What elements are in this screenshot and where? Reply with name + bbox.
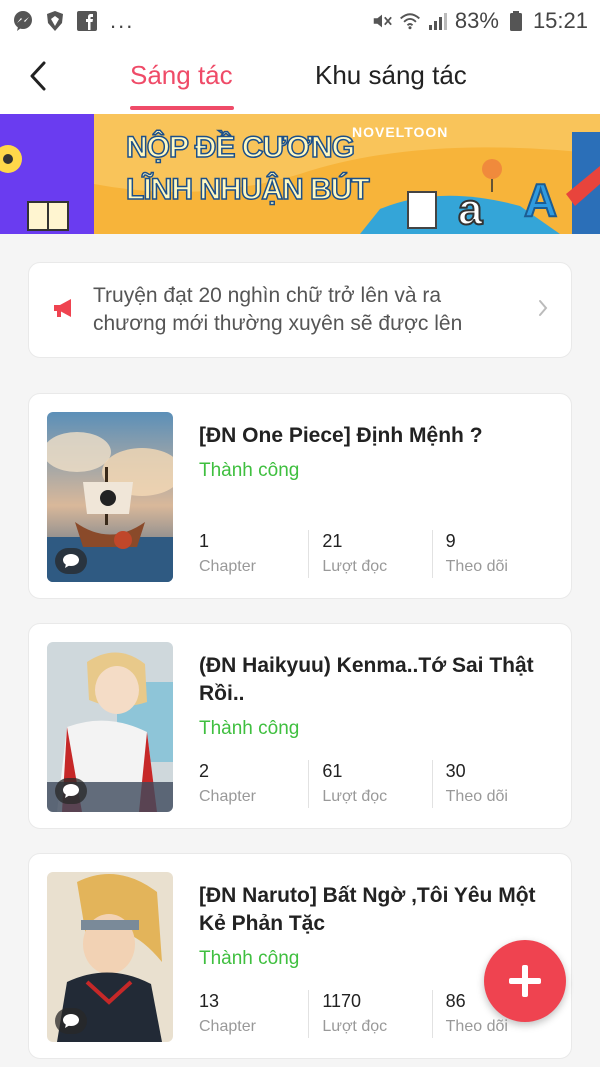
story-status: Thành công — [199, 460, 300, 481]
stat-value: 13 — [199, 991, 220, 1011]
story-cover-image — [47, 642, 173, 812]
stat-label: Theo dõi — [445, 788, 508, 805]
stat-label: Lượt đọc — [322, 788, 388, 805]
stat-label: Theo dõi — [445, 1018, 508, 1035]
stat-label: Lượt đọc — [322, 558, 388, 575]
wifi-icon — [399, 10, 421, 32]
stat-value: 61 — [322, 761, 343, 781]
megaphone-icon — [51, 296, 77, 325]
stat-reads: 61 Lượt đọc — [308, 760, 445, 808]
stat-followers: 30 Theo dõi — [431, 760, 569, 808]
tab-khu-sang-tac[interactable]: Khu sáng tác — [315, 60, 467, 91]
announcement-text: Truyện đạt 20 nghìn chữ trở lên và ra ch… — [93, 284, 463, 335]
story-title: (ĐN Haikyuu) Kenma..Tớ Sai Thật Rồi.. — [199, 654, 534, 705]
story-card[interactable]: (ĐN Haikyuu) Kenma..Tớ Sai Thật Rồi.. Th… — [28, 623, 572, 829]
stat-chapters: 1 Chapter — [199, 530, 322, 578]
story-cover-image — [47, 412, 173, 582]
plus-icon — [509, 965, 541, 997]
chevron-left-icon — [30, 61, 46, 91]
comment-bubble-icon — [55, 1008, 87, 1034]
stat-label: Lượt đọc — [322, 1018, 388, 1035]
story-title: [ĐN One Piece] Định Mệnh ? — [199, 424, 483, 447]
story-stats: 2 Chapter 61 Lượt đọc 30 Theo dõi — [199, 760, 569, 808]
stat-reads: 1170 Lượt đọc — [308, 990, 445, 1038]
active-tab-indicator — [130, 106, 234, 110]
story-title: [ĐN Naruto] Bất Ngờ ,Tôi Yêu Một Kẻ Phản… — [199, 884, 536, 935]
stat-value: 1170 — [322, 991, 362, 1011]
tab-sang-tac[interactable]: Sáng tác — [130, 60, 233, 91]
promo-banner[interactable]: a A NỘP ĐỀ CƯƠNG LĨNH NHUẬN BÚT NOVELTOO… — [0, 114, 600, 234]
stat-followers: 9 Theo dõi — [431, 530, 569, 578]
stat-value: 21 — [322, 531, 343, 551]
story-card[interactable]: [ĐN Naruto] Bất Ngờ ,Tôi Yêu Một Kẻ Phản… — [28, 853, 572, 1059]
stat-chapters: 2 Chapter — [199, 760, 322, 808]
battery-percentage: 83% — [454, 8, 499, 33]
story-cover-image — [47, 872, 173, 1042]
stat-value: 2 — [199, 761, 210, 781]
signal-icon — [427, 10, 449, 32]
create-story-button[interactable] — [484, 940, 566, 1022]
story-card[interactable]: [ĐN One Piece] Định Mệnh ? Thành công 1 … — [28, 393, 572, 599]
story-status: Thành công — [199, 718, 300, 739]
announcement-bar[interactable]: Truyện đạt 20 nghìn chữ trở lên và ra ch… — [28, 262, 572, 358]
comment-bubble-icon — [55, 778, 87, 804]
svg-text:a: a — [458, 185, 483, 234]
clock: 15:21 — [532, 8, 588, 33]
stat-value: 9 — [445, 531, 456, 551]
story-stats: 1 Chapter 21 Lượt đọc 9 Theo dõi — [199, 530, 569, 578]
banner-headline-1: NỘP ĐỀ CƯƠNG — [125, 130, 355, 165]
comment-bubble-icon — [55, 548, 87, 574]
stat-label: Theo dõi — [445, 558, 508, 575]
status-bar: ... 83% 15:21 — [0, 0, 600, 42]
stat-reads: 21 Lượt đọc — [308, 530, 445, 578]
brave-icon — [44, 10, 66, 32]
messenger-icon — [12, 10, 34, 32]
story-status: Thành công — [199, 948, 300, 969]
battery-icon — [505, 10, 527, 32]
mute-icon — [371, 10, 393, 32]
stat-value: 1 — [199, 531, 210, 551]
svg-text:A: A — [524, 174, 557, 226]
back-button[interactable] — [18, 56, 58, 96]
top-nav: Sáng tác Khu sáng tác — [0, 42, 600, 114]
stat-value: 30 — [445, 761, 466, 781]
stat-label: Chapter — [199, 558, 256, 575]
notification-icons: ... — [12, 8, 134, 34]
stat-chapters: 13 Chapter — [199, 990, 322, 1038]
facebook-icon — [76, 10, 98, 32]
banner-brand-logo: NOVELTOON — [352, 124, 449, 140]
overflow-indicator: ... — [110, 8, 135, 33]
stat-label: Chapter — [199, 1018, 256, 1035]
banner-headline-2: LĨNH NHUẬN BÚT — [125, 172, 370, 207]
chevron-right-icon — [537, 298, 549, 323]
stat-label: Chapter — [199, 788, 256, 805]
